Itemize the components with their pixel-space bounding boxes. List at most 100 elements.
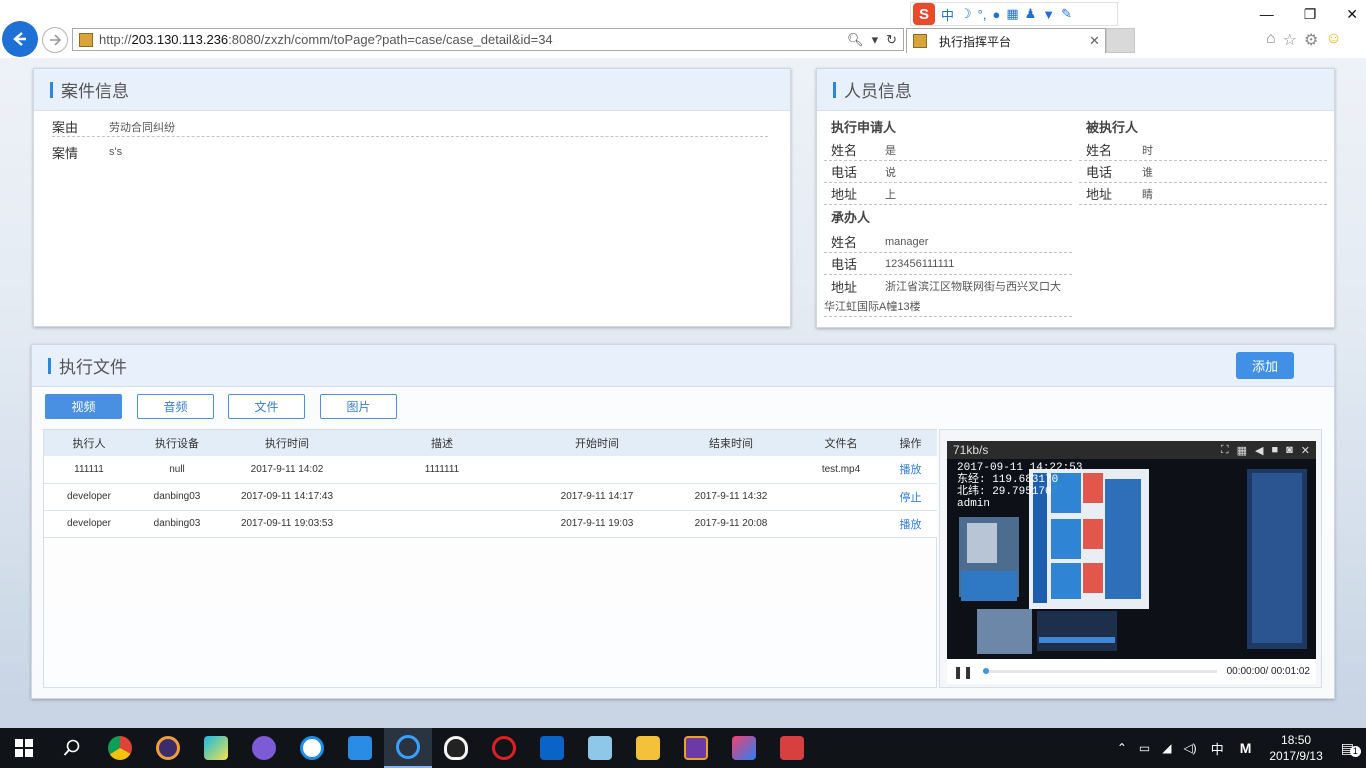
taskbar-app-game[interactable] — [672, 728, 720, 768]
tab-title: 执行指挥平台 — [939, 34, 1012, 49]
wrench-icon[interactable]: ✎ — [1061, 6, 1072, 22]
taskbar-explorer[interactable] — [624, 728, 672, 768]
user-icon[interactable]: ♟ — [1025, 6, 1037, 22]
book-app-icon — [588, 736, 612, 760]
respondent-address-row: 地址 睛 — [1079, 183, 1327, 205]
taskbar-chrome[interactable] — [96, 728, 144, 768]
notification-center[interactable]: ▤ 1 — [1341, 740, 1361, 757]
start-button[interactable] — [0, 728, 48, 768]
search-icon[interactable]: 🔍︎ — [847, 32, 864, 48]
browser-tab[interactable]: 执行指挥平台 ✕ — [906, 28, 1106, 53]
table-row[interactable]: developer danbing03 2017-09-11 14:17:43 … — [44, 483, 937, 510]
record-icon[interactable]: ■ — [1271, 444, 1278, 457]
handler-address-row: 地址 浙江省滨江区物联网街与西兴叉口大 — [824, 275, 1072, 297]
system-tray: ⌃ ▭ ◢ ◁) 中 M 18:50 2017/9/13 ▤ 1 — [1111, 728, 1366, 768]
new-tab-button[interactable] — [1106, 28, 1135, 53]
restore-icon[interactable]: ❐ — [1304, 6, 1317, 23]
taskbar-app-contacts[interactable] — [336, 728, 384, 768]
clock[interactable]: 18:50 2017/9/13 — [1269, 732, 1322, 764]
ime-chinese-icon[interactable]: 中 — [941, 5, 954, 24]
add-file-button[interactable]: 添加 — [1236, 352, 1294, 379]
taskbar-ie[interactable] — [384, 728, 432, 768]
grid-icon[interactable]: ▦ — [1237, 444, 1247, 457]
taskbar-webstorm[interactable] — [192, 728, 240, 768]
close-player-icon[interactable]: ✕ — [1301, 444, 1310, 457]
case-cause-row: 案由 劳动合同纠纷 — [52, 117, 768, 137]
taskbar-app-red[interactable] — [480, 728, 528, 768]
url-text[interactable]: http://203.130.113.236:8080/zxzh/comm/to… — [99, 32, 847, 47]
tab-audio[interactable]: 音频 — [137, 394, 214, 419]
outlook-icon — [540, 736, 564, 760]
cell-device: null — [169, 463, 185, 475]
cell-end-time — [664, 456, 798, 483]
search-button[interactable] — [48, 728, 96, 768]
shirt-icon[interactable]: ▼ — [1042, 7, 1055, 22]
home-icon[interactable]: ⌂ — [1266, 30, 1276, 50]
settings-gear-icon[interactable]: ⚙ — [1304, 30, 1318, 50]
blue-s-app-icon — [300, 736, 324, 760]
table-row[interactable]: 111111 null 2017-9-11 14:02 1111111 test… — [44, 456, 937, 483]
tab-video[interactable]: 视频 — [45, 394, 122, 419]
fullscreen-icon[interactable]: ⛶ — [1221, 444, 1229, 457]
case-detail-label: 案情 — [52, 145, 79, 161]
forward-button[interactable] — [42, 27, 68, 53]
close-window-icon[interactable]: ✕ — [1346, 6, 1358, 23]
cell-executor: 111111 — [74, 463, 104, 475]
minimize-icon[interactable]: — — [1260, 6, 1274, 23]
cell-exec-time: 2017-09-11 14:17:43 — [240, 491, 334, 502]
video-frame[interactable]: 2017-09-11 14:22:53 东经: 119.683170 北纬: 2… — [947, 459, 1316, 659]
wifi-icon[interactable]: ◢ — [1162, 741, 1171, 755]
taskbar-app-s[interactable] — [288, 728, 336, 768]
play-link[interactable]: 播放 — [884, 456, 937, 483]
ie-icon — [396, 735, 420, 759]
col-description: 描述 — [431, 438, 453, 450]
intellij-icon — [732, 736, 756, 760]
respondent-name-label: 姓名 — [1086, 143, 1113, 158]
tab-image[interactable]: 图片 — [320, 394, 397, 419]
col-filename: 文件名 — [824, 438, 858, 450]
play-link[interactable]: 播放 — [884, 510, 937, 537]
ime-language[interactable]: 中 — [1211, 739, 1224, 758]
stop-link[interactable]: 停止 — [884, 483, 937, 510]
video-player[interactable]: 71kb/s ⛶ ▦ ◀ ■ ◙ ✕ 2017-09-11 14:22:53 东… — [947, 441, 1316, 684]
sogou-logo-icon[interactable]: S — [913, 3, 935, 25]
address-bar[interactable]: http://203.130.113.236:8080/zxzh/comm/to… — [72, 28, 904, 51]
case-info-panel: 案件信息 案由 劳动合同纠纷 案情 s's — [33, 68, 791, 327]
table-row[interactable]: developer danbing03 2017-09-11 19:03:53 … — [44, 510, 937, 537]
respondent-phone-row: 电话 谁 — [1079, 161, 1327, 183]
taskbar-qq[interactable] — [432, 728, 480, 768]
volume-tray-icon[interactable]: ◁) — [1183, 741, 1196, 755]
moon-icon[interactable]: ☽ — [960, 6, 972, 22]
taskbar-app-cube[interactable] — [768, 728, 816, 768]
keyboard-icon[interactable]: ▦ — [1006, 6, 1018, 22]
smiley-icon[interactable]: ☺ — [1325, 30, 1341, 50]
progress-handle[interactable] — [983, 668, 990, 674]
punctuation-icon[interactable]: °, — [978, 7, 987, 22]
pause-icon[interactable]: ❚❚ — [953, 665, 973, 679]
progress-bar[interactable] — [983, 668, 1217, 674]
taskbar-intellij[interactable] — [720, 728, 768, 768]
tab-file[interactable]: 文件 — [228, 394, 305, 419]
respondent-address-value: 睛 — [1142, 188, 1153, 201]
browser-chrome: http://203.130.113.236:8080/zxzh/comm/to… — [0, 0, 1366, 58]
close-tab-icon[interactable]: ✕ — [1089, 33, 1105, 49]
dropdown-icon[interactable]: ▾ — [872, 32, 879, 48]
taskbar-app-book[interactable] — [576, 728, 624, 768]
ime-mode[interactable]: M — [1240, 740, 1252, 756]
volume-icon[interactable]: ◀ — [1255, 444, 1263, 457]
play-time: 00:00:00/ 00:01:02 — [1226, 666, 1310, 677]
title-accent-bar — [833, 81, 836, 98]
back-button[interactable] — [2, 21, 38, 57]
refresh-icon[interactable]: ↻ — [886, 32, 897, 48]
taskbar-eclipse[interactable] — [144, 728, 192, 768]
microphone-icon[interactable]: ● — [992, 7, 1000, 22]
applicant-phone-row: 电话 说 — [824, 161, 1072, 183]
snapshot-icon[interactable]: ◙ — [1286, 444, 1293, 457]
favorites-star-icon[interactable]: ☆ — [1283, 30, 1297, 50]
taskbar-outlook[interactable] — [528, 728, 576, 768]
battery-icon[interactable]: ▭ — [1139, 741, 1150, 755]
taskbar-app-purple[interactable] — [240, 728, 288, 768]
notification-count: 1 — [1349, 745, 1361, 757]
tray-chevron-icon[interactable]: ⌃ — [1117, 741, 1127, 755]
handler-heading: 承办人 — [831, 210, 871, 225]
